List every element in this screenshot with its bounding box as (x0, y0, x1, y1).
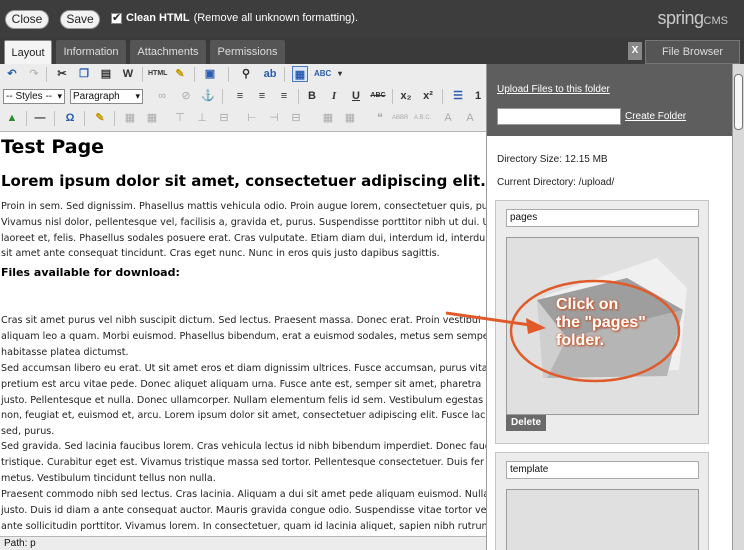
annotation-arrow-line (445, 311, 531, 327)
annotation-callout: Click on the "pages" folder. (556, 296, 646, 349)
annotation-overlay (445, 279, 681, 383)
annotation-arrowhead (526, 318, 546, 334)
